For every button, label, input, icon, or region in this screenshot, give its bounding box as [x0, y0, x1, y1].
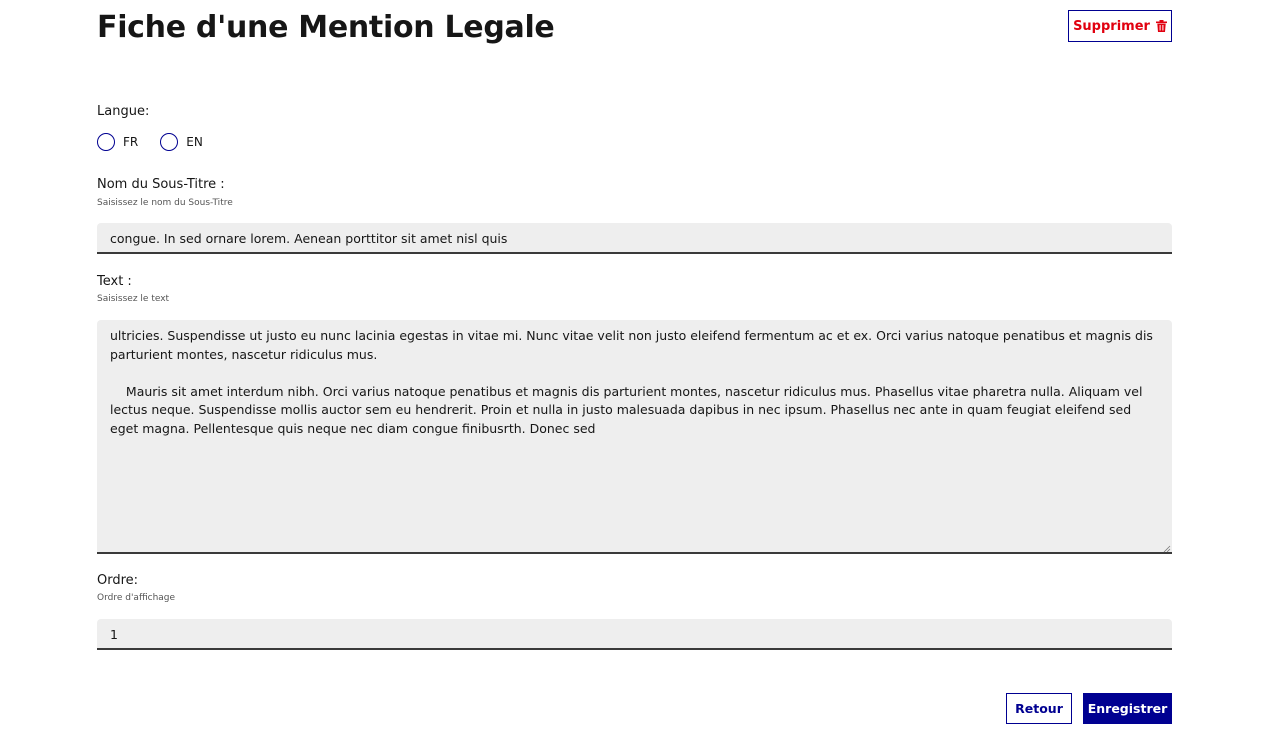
- subtitle-input[interactable]: congue. In sed ornare lorem. Aenean port…: [97, 223, 1172, 254]
- langue-radio-group: FR EN: [97, 133, 203, 151]
- page: Fiche d'une Mention Legale Supprimer Lan…: [0, 0, 1271, 744]
- ordre-input[interactable]: 1: [97, 619, 1172, 650]
- trash-icon: [1155, 20, 1167, 32]
- radio-en[interactable]: EN: [160, 133, 203, 151]
- text-area-wrapper: ultricies. Suspendisse ut justo eu nunc …: [97, 320, 1172, 554]
- text-area[interactable]: ultricies. Suspendisse ut justo eu nunc …: [97, 320, 1172, 554]
- radio-fr[interactable]: FR: [97, 133, 138, 151]
- back-button[interactable]: Retour: [1006, 693, 1072, 724]
- resize-grip-icon[interactable]: [1163, 545, 1171, 553]
- langue-label: Langue:: [97, 104, 150, 119]
- delete-button[interactable]: Supprimer: [1068, 10, 1172, 42]
- radio-en-circle[interactable]: [160, 133, 179, 151]
- text-hint: Saisissez le text: [97, 294, 170, 304]
- radio-fr-label: FR: [123, 135, 139, 149]
- delete-button-label: Supprimer: [1073, 18, 1150, 34]
- ordre-hint: Ordre d'affichage: [97, 593, 176, 603]
- page-title: Fiche d'une Mention Legale: [97, 10, 555, 45]
- save-button[interactable]: Enregistrer: [1083, 693, 1172, 724]
- subtitle-label: Nom du Sous-Titre :: [97, 177, 225, 192]
- ordre-label: Ordre:: [97, 573, 139, 588]
- subtitle-hint: Saisissez le nom du Sous-Titre: [97, 198, 233, 208]
- radio-en-label: EN: [186, 135, 203, 149]
- text-label: Text :: [97, 274, 132, 289]
- radio-fr-circle[interactable]: [97, 133, 115, 151]
